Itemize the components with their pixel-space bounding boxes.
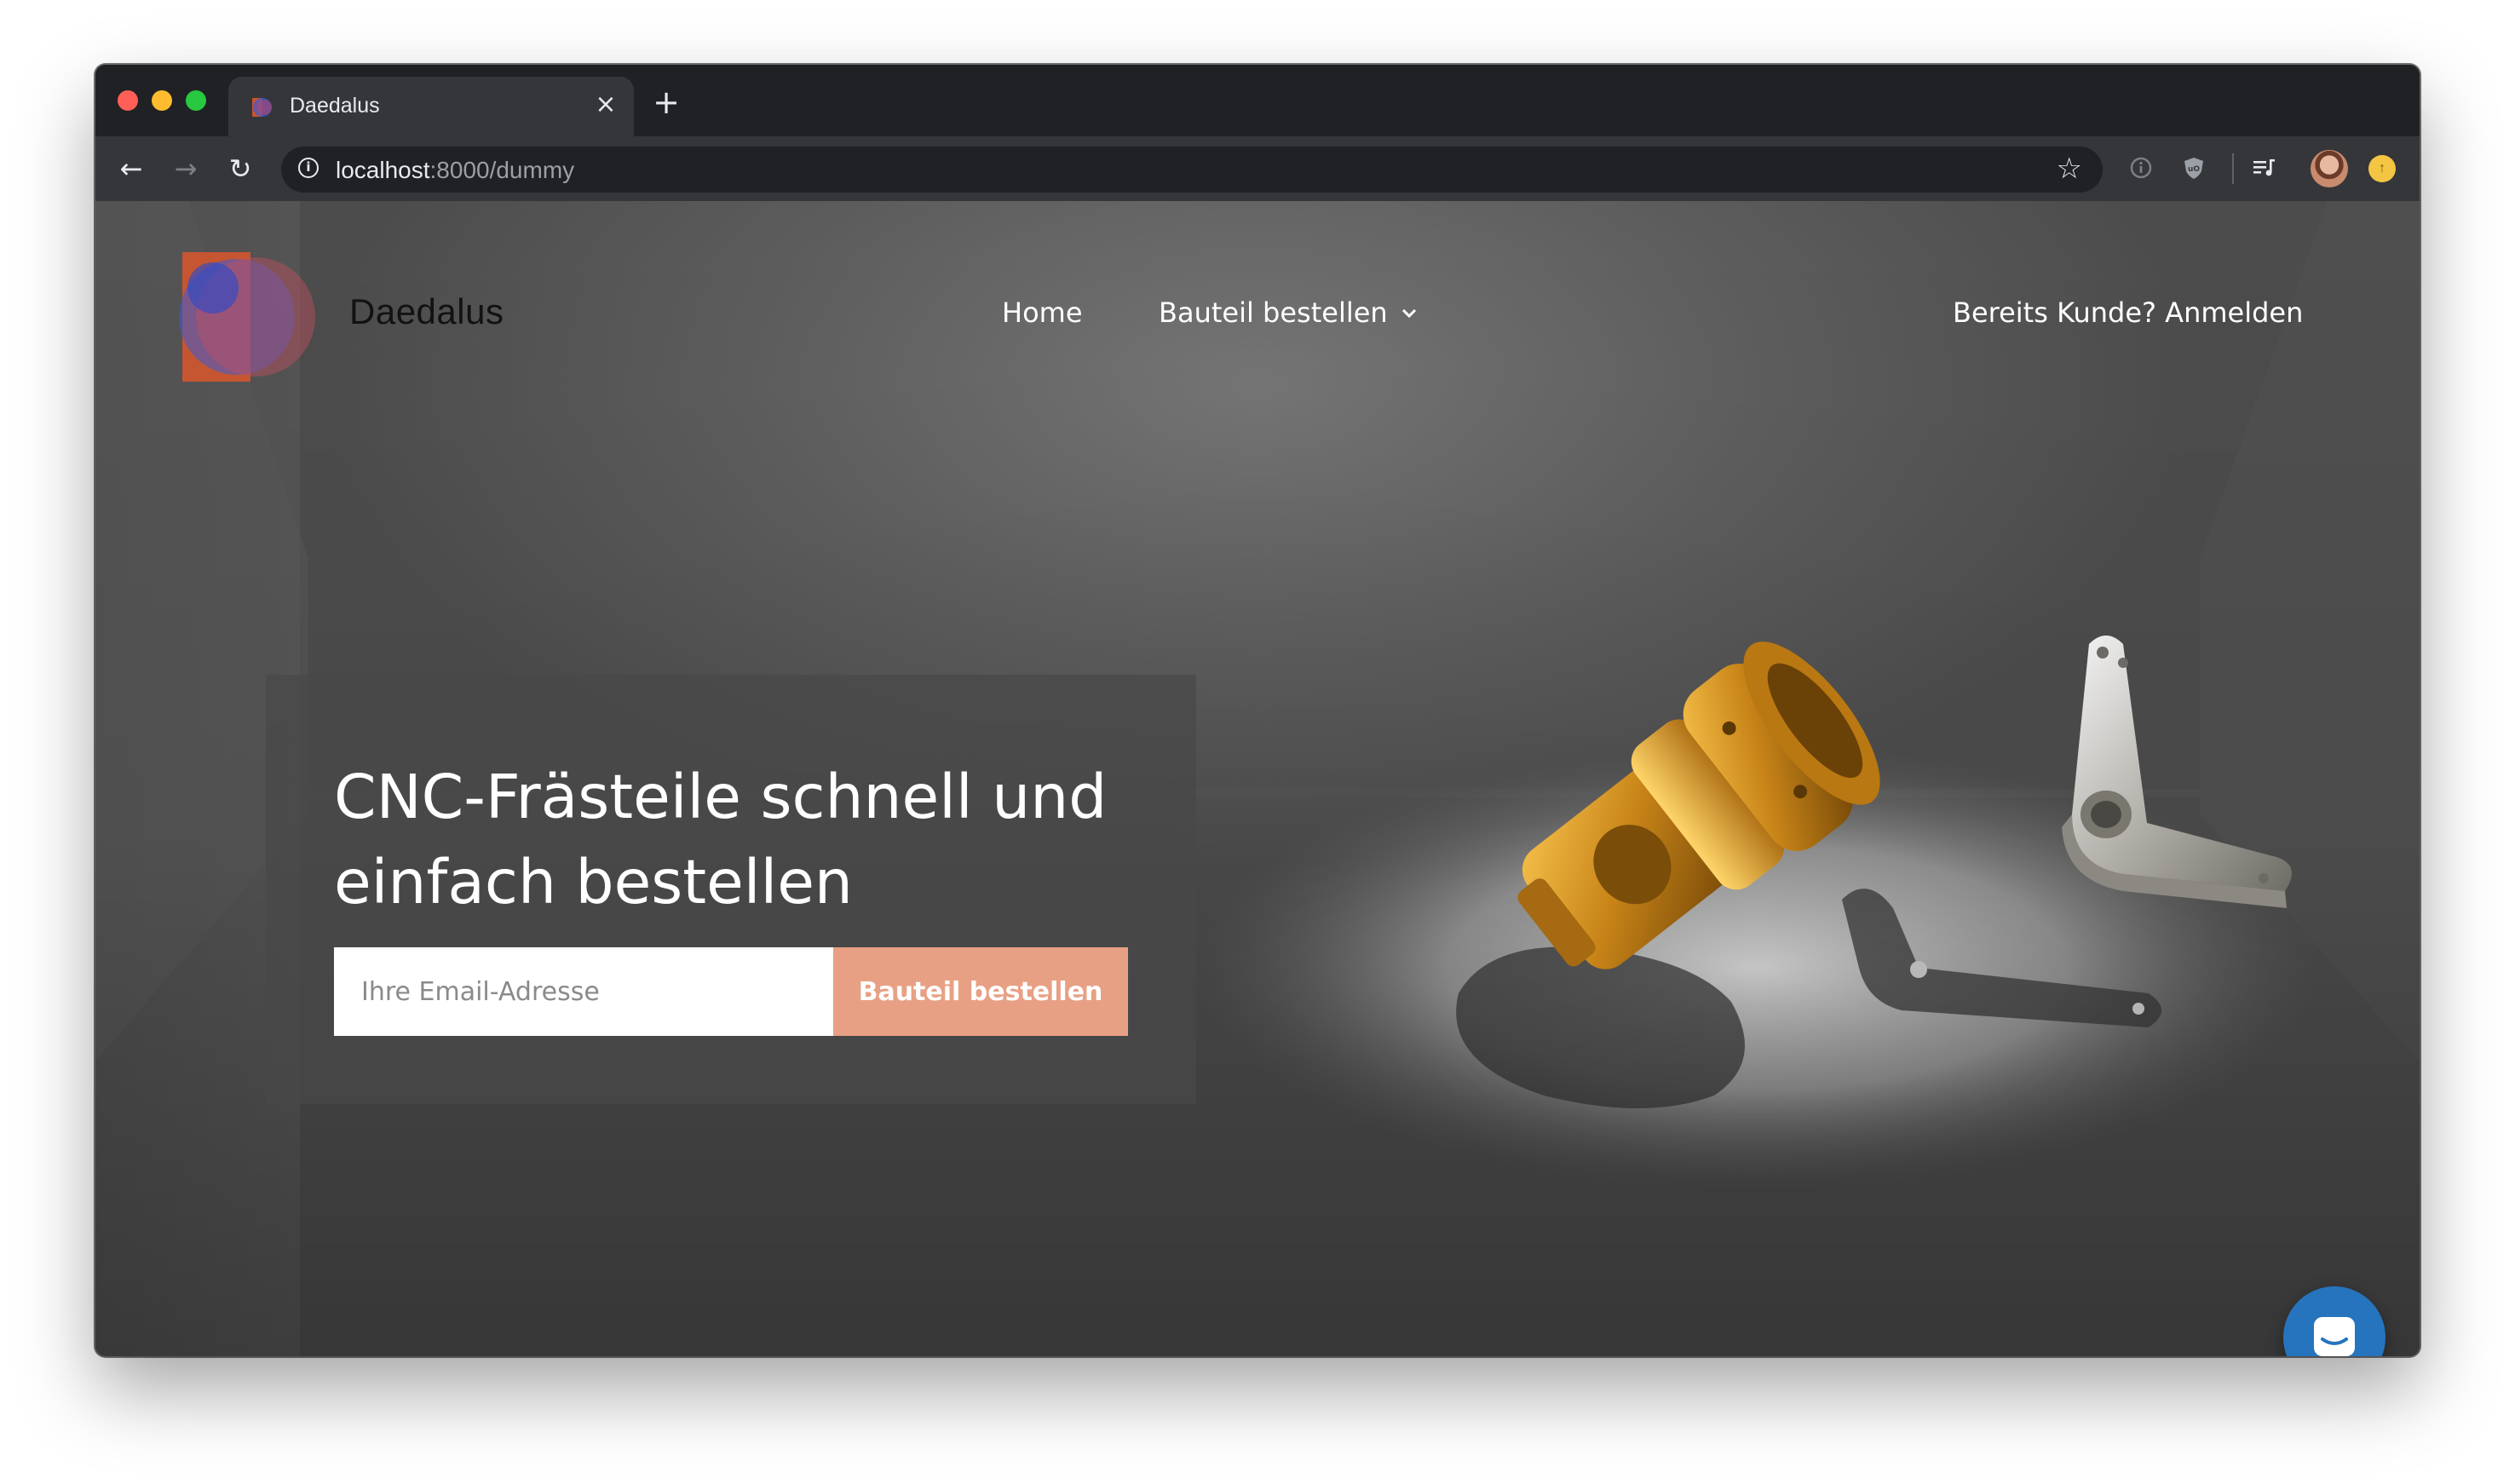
tab-close-icon[interactable]: × [593,92,619,118]
user-avatar-icon[interactable] [2311,150,2348,187]
ublock-shield-icon[interactable]: uO [2181,155,2207,181]
nav-order-part[interactable]: Bauteil bestellen [1159,296,1388,329]
info-circle-icon[interactable] [2128,155,2154,181]
address-bar[interactable]: i localhost:8000/dummy ☆ [281,147,2103,193]
reload-icon[interactable]: ↻ [223,152,257,186]
close-window-button[interactable] [118,90,138,111]
hero-title: CNC-Frästeile schnell und einfach bestel… [334,762,1108,917]
url-path: :8000/dummy [429,157,575,183]
address-url[interactable]: localhost:8000/dummy [336,157,574,184]
web-page: Daedalus Home Bauteil bestellen Bereits … [95,201,2420,1356]
chevron-down-icon[interactable] [1399,303,1419,324]
svg-text:uO: uO [2188,165,2200,174]
tab-title: Daedalus [290,94,380,118]
media-queue-icon[interactable] [2251,155,2276,181]
bookmark-star-icon[interactable]: ☆ [2057,152,2082,186]
tab-daedalus[interactable]: Daedalus × [228,77,634,136]
url-host: localhost [336,157,430,183]
daedalus-logo-icon [179,252,315,382]
update-available-icon[interactable]: ↑ [2368,155,2396,182]
daedalus-favicon-icon [252,98,272,117]
chat-bubble-icon [2314,1317,2355,1356]
order-part-button[interactable]: Bauteil bestellen [833,947,1128,1036]
email-input[interactable] [334,947,833,1036]
site-info-icon[interactable]: i [298,158,319,178]
toolbar-separator [2232,153,2234,184]
brass-part [1517,641,1880,969]
forward-arrow-icon[interactable]: → [169,152,203,186]
cnc-parts-illustration [1517,636,2292,969]
browser-toolbar: ← → ↻ i localhost:8000/dummy ☆ uO ↑ [95,136,2420,203]
new-tab-button[interactable]: + [651,86,682,118]
nav-home[interactable]: Home [1002,296,1083,329]
back-arrow-icon[interactable]: ← [114,152,148,186]
hero-card: CNC-Frästeile schnell und einfach bestel… [266,675,1196,1104]
tab-strip: Daedalus × + [95,65,2420,136]
maximize-window-button[interactable] [186,90,206,111]
nav-login[interactable]: Bereits Kunde? Anmelden [1953,296,2303,329]
steel-bracket [2062,636,2292,908]
minimize-window-button[interactable] [152,90,172,111]
browser-window: Daedalus × + ← → ↻ i localhost:8000/dumm… [95,65,2420,1356]
brand-name[interactable]: Daedalus [349,291,504,332]
